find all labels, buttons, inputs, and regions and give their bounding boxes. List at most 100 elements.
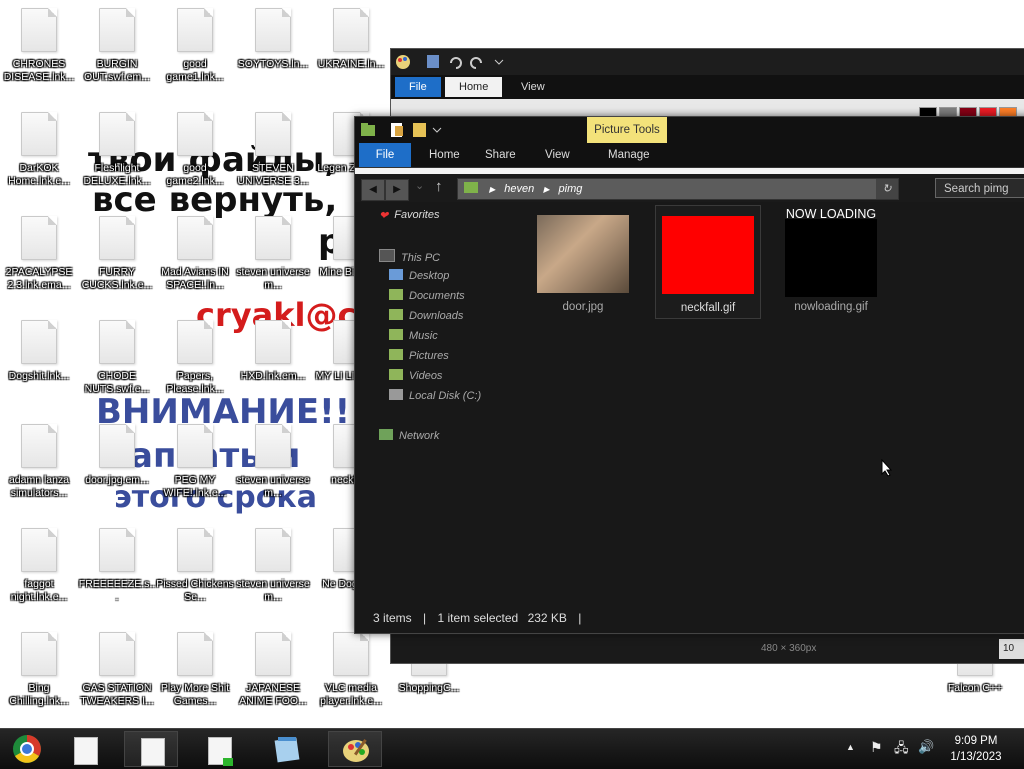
forward-button[interactable]: ▶ — [385, 179, 409, 201]
explorer-tab-view[interactable]: View — [545, 143, 570, 167]
desktop-shortcut[interactable]: UKRAINE.ln... — [312, 8, 390, 71]
desktop-shortcut[interactable]: steven universe m... — [234, 528, 312, 604]
documents-icon — [389, 289, 403, 300]
paint-quick-access — [391, 49, 1024, 75]
nav-label: Favorites — [394, 209, 440, 221]
breadcrumb-arrow-icon: ▶ — [489, 185, 496, 194]
desktop-shortcut-label: adamn lanza simulators... — [8, 474, 70, 499]
desktop-shortcut[interactable]: Papers, Please.lnk... — [156, 320, 234, 396]
desktop-shortcut[interactable]: Pissed Chickens Se... — [156, 528, 234, 604]
taskbar-item[interactable] — [124, 731, 178, 767]
image-thumbnail — [785, 219, 877, 297]
file-item[interactable]: door.jpg — [531, 205, 635, 317]
desktop-shortcut[interactable]: door.jpg.em... — [78, 424, 156, 487]
desktop-shortcut[interactable]: steven universe m... — [234, 424, 312, 500]
volume-icon[interactable]: 🔊 — [918, 739, 934, 755]
network-icon[interactable]: 🖧 — [894, 739, 909, 761]
desktop-shortcut[interactable]: good game2.lnk... — [156, 112, 234, 188]
breadcrumb-item[interactable]: heven — [504, 183, 534, 195]
flag-icon[interactable]: ⚑ — [870, 739, 883, 756]
desktop-shortcut[interactable]: HXD.lnk.em... — [234, 320, 312, 383]
file-icon — [255, 424, 291, 468]
file-name: neckfall.gif — [680, 302, 736, 314]
paint-zoom-field[interactable]: 10 — [999, 639, 1024, 659]
desktop-shortcut-label: steven universe m... — [236, 474, 310, 499]
nav-music[interactable]: Music — [389, 329, 438, 342]
explorer-tab-share[interactable]: Share — [485, 143, 516, 167]
start-button[interactable] — [0, 731, 54, 767]
file-icon — [177, 632, 213, 676]
thumbnail-overlay-text: NOW LOADING — [785, 207, 877, 221]
paint-image-dimensions: 480 × 360px — [761, 643, 817, 654]
paint-quick-access-icons[interactable] — [391, 49, 511, 75]
desktop-shortcut-label: Play More Shit Games... — [160, 682, 230, 707]
recent-locations-icon[interactable]: ⌄ — [415, 179, 424, 192]
breadcrumb-item[interactable]: pimg — [559, 183, 583, 195]
desktop-shortcut[interactable]: SOYTOYS.ln... — [234, 8, 312, 71]
desktop-shortcut-label: faggot night.lnk.e... — [10, 578, 68, 603]
back-button[interactable]: ◀ — [361, 179, 385, 201]
desktop-shortcut[interactable]: faggot night.lnk.e... — [0, 528, 78, 604]
desktop-shortcut[interactable]: PEG MY WIFE!.lnk.e... — [156, 424, 234, 500]
explorer-tab-file[interactable]: File — [359, 143, 411, 167]
nav-desktop[interactable]: Desktop — [389, 269, 449, 282]
explorer-tab-home[interactable]: Home — [429, 143, 460, 167]
clock[interactable]: 9:09 PM 1/13/2023 — [936, 733, 1016, 765]
desktop-shortcut[interactable]: Play More Shit Games... — [156, 632, 234, 708]
desktop-shortcut[interactable]: BURGIN OUT.swf.em... — [78, 8, 156, 84]
explorer-title-bar: Picture Tools — [355, 117, 1024, 143]
nav-videos[interactable]: Videos — [389, 369, 442, 382]
explorer-tab-manage[interactable]: Manage — [608, 143, 650, 167]
file-icon — [255, 112, 291, 156]
paint-tab-view[interactable]: View — [507, 77, 559, 97]
desktop-shortcut-label: good game2.lnk... — [166, 162, 224, 187]
desktop-shortcut[interactable]: FURRY CUCKS.lnk.e... — [78, 216, 156, 292]
file-icon — [21, 216, 57, 260]
desktop-shortcut[interactable]: STEVEN UNIVERSE 3... — [234, 112, 312, 188]
file-icon — [333, 8, 369, 52]
desktop-shortcut[interactable]: GAS STATION TWEAKERS I... — [78, 632, 156, 708]
show-hidden-icons[interactable]: ▲ — [846, 742, 855, 752]
address-path[interactable]: ▶ heven ▶ pimg ↻ — [457, 178, 899, 200]
nav-pictures[interactable]: Pictures — [389, 349, 449, 362]
desktop-shortcut[interactable]: Dogshit.lnk... — [0, 320, 78, 383]
nav-favorites[interactable]: ❤ Favorites — [379, 209, 440, 222]
file-icon — [21, 8, 57, 52]
file-icon — [99, 216, 135, 260]
up-arrow-icon[interactable]: ↑ — [435, 178, 443, 195]
desktop-shortcut[interactable]: CHODE NUTS.swf.e... — [78, 320, 156, 396]
clock-date: 1/13/2023 — [950, 751, 1002, 763]
taskbar-notepad[interactable] — [260, 731, 314, 767]
file-item[interactable]: NOW LOADING nowloading.gif — [779, 205, 883, 317]
paint-tab-home[interactable]: Home — [445, 77, 503, 97]
desktop-shortcut[interactable]: Mad Avians IN SPACE!.ln... — [156, 216, 234, 292]
desktop-shortcut[interactable]: adamn lanza simulators... — [0, 424, 78, 500]
desktop-shortcut[interactable]: VLC media player.lnk.e... — [312, 632, 390, 708]
nav-network[interactable]: Network — [379, 429, 439, 442]
nav-documents[interactable]: Documents — [389, 289, 465, 302]
taskbar-paint[interactable] — [328, 731, 382, 767]
refresh-icon[interactable]: ↻ — [876, 179, 898, 199]
desktop-shortcut[interactable]: 2PACALYPSE 2.3.lnk.ema... — [0, 216, 78, 292]
nav-this-pc[interactable]: This PC — [379, 249, 440, 264]
taskbar-item[interactable] — [58, 731, 112, 767]
desktop-shortcut[interactable]: Bing Chilling.lnk... — [0, 632, 78, 708]
desktop-shortcut[interactable]: DarKOK Home.lnk.e... — [0, 112, 78, 188]
paint-tab-file[interactable]: File — [395, 77, 441, 97]
file-item-selected[interactable]: neckfall.gif — [655, 205, 761, 319]
file-explorer-window[interactable]: Picture Tools File Home Share View Manag… — [354, 116, 1024, 634]
desktop-shortcut[interactable]: steven universe m... — [234, 216, 312, 292]
desktop-shortcut-label: FREEEEEZE.s... — [78, 578, 156, 603]
search-input[interactable]: Search pimg — [935, 178, 1024, 198]
nav-downloads[interactable]: Downloads — [389, 309, 463, 322]
desktop-shortcut[interactable]: Fleshlight DELUXE.lnk... — [78, 112, 156, 188]
desktop-shortcut[interactable]: FREEEEEZE.s... — [78, 528, 156, 604]
desktop-shortcut[interactable]: JAPANESE ANIME FOO... — [234, 632, 312, 708]
desktop-shortcut[interactable]: good game1.lnk... — [156, 8, 234, 84]
explorer-quick-access-icons[interactable] — [355, 117, 455, 143]
nav-local-disk[interactable]: Local Disk (C:) — [389, 389, 481, 402]
videos-icon — [389, 369, 403, 380]
taskbar-item[interactable] — [192, 731, 246, 767]
desktop-shortcut-label: Pissed Chickens Se... — [156, 578, 234, 603]
desktop-shortcut[interactable]: CHRONES DISEASE.lnk... — [0, 8, 78, 84]
